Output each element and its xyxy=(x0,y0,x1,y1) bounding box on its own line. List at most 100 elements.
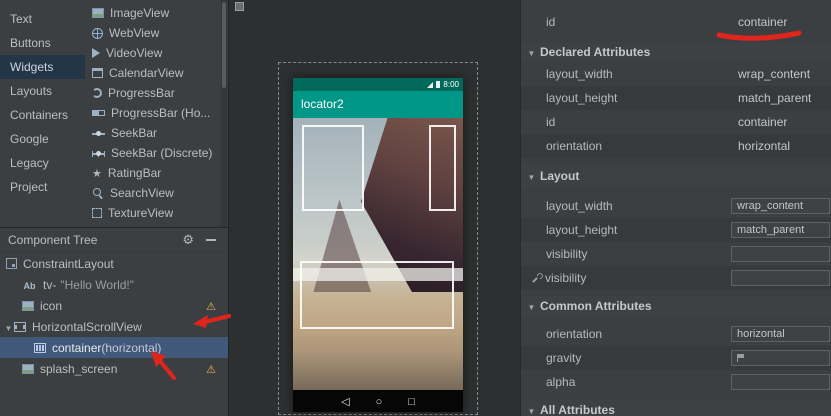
palette-item-progressbar[interactable]: ProgressBar xyxy=(85,83,221,103)
device-nav-bar xyxy=(293,390,463,412)
palette-category-containers[interactable]: Containers xyxy=(0,103,85,127)
tree-item-label: ConstraintLayout xyxy=(23,257,114,271)
nav-recents-icon xyxy=(408,394,415,408)
palette-item-seekbar[interactable]: SeekBar xyxy=(85,123,221,143)
palette-item-calendarview[interactable]: CalendarView xyxy=(85,63,221,83)
attr-value[interactable]: match_parent xyxy=(738,86,811,110)
attr-row-id: id container xyxy=(521,10,831,34)
tree-item-constraintlayout[interactable]: ConstraintLayout xyxy=(0,253,228,274)
palette-item-seekbar-discrete[interactable]: SeekBar (Discrete) xyxy=(85,143,221,163)
view-outline-2[interactable] xyxy=(429,125,456,211)
section-title: Layout xyxy=(540,169,579,183)
attr-value-combobox[interactable] xyxy=(731,270,830,286)
palette-item-webview[interactable]: WebView xyxy=(85,23,221,43)
section-common-attributes: orientation horizontal gravity alpha xyxy=(521,322,831,394)
tree-item-tv[interactable]: tv- "Hello World!" xyxy=(0,274,228,295)
attr-value-combobox[interactable] xyxy=(731,374,830,390)
palette-item-label: SeekBar (Discrete) xyxy=(111,146,212,160)
attr-row-gravity: gravity xyxy=(521,346,831,370)
palette-item-label: SeekBar xyxy=(111,126,157,140)
battery-icon xyxy=(436,81,440,88)
palette-item-imageview[interactable]: ImageView xyxy=(85,3,221,23)
attr-label: layout_width xyxy=(546,62,613,86)
attr-label-with-icon: visibility xyxy=(532,266,586,290)
attr-row-alpha: alpha xyxy=(521,370,831,394)
seekbar-icon xyxy=(92,129,105,138)
gear-icon[interactable] xyxy=(182,233,194,247)
palette-scrollbar[interactable] xyxy=(221,0,227,227)
attr-label: layout_width xyxy=(546,194,613,218)
attr-row-id-declared: id container xyxy=(521,110,831,134)
attr-value-id[interactable]: container xyxy=(738,10,787,34)
device-preview[interactable]: 8:00 locator2 xyxy=(293,78,463,412)
palette-item-ratingbar[interactable]: RatingBar xyxy=(85,163,221,183)
palette-item-label: VideoView xyxy=(106,46,162,60)
chevron-down-icon xyxy=(526,403,537,416)
attr-value-combobox[interactable] xyxy=(731,350,830,366)
attr-value-combobox[interactable]: wrap_content xyxy=(731,198,830,214)
imageview-icon xyxy=(22,364,34,374)
attr-value[interactable]: horizontal xyxy=(738,134,790,158)
design-surface-icon[interactable] xyxy=(235,2,244,11)
palette-item-label: CalendarView xyxy=(109,66,184,80)
component-tree-header: Component Tree xyxy=(0,228,228,253)
section-header-declared-attributes[interactable]: Declared Attributes xyxy=(521,42,831,62)
chevron-down-icon[interactable] xyxy=(3,320,14,334)
app-action-bar: locator2 xyxy=(293,91,463,118)
attr-label: alpha xyxy=(546,370,575,394)
attr-label: layout_height xyxy=(546,86,617,110)
chevron-down-icon xyxy=(526,299,537,313)
tree-item-icon[interactable]: icon xyxy=(0,295,228,316)
progressbar-icon xyxy=(92,88,102,98)
design-surface[interactable]: 8:00 locator2 xyxy=(228,0,520,416)
app-title: locator2 xyxy=(301,97,344,111)
palette-category-text[interactable]: Text xyxy=(0,7,85,31)
combo-value: horizontal xyxy=(737,328,785,340)
attr-row-layout-height-combo: layout_height match_parent xyxy=(521,218,831,242)
attr-value-combobox[interactable]: match_parent xyxy=(731,222,830,238)
palette-scrollbar-thumb[interactable] xyxy=(222,2,226,88)
tree-item-suffix: (horizontal) xyxy=(101,341,161,355)
attr-row-tools-visibility: visibility xyxy=(521,266,831,290)
nav-back-icon xyxy=(341,394,349,408)
palette-item-searchview[interactable]: SearchView xyxy=(85,183,221,203)
palette-item-videoview[interactable]: VideoView xyxy=(85,43,221,63)
flag-icon xyxy=(737,354,745,362)
section-header-layout[interactable]: Layout xyxy=(521,166,831,186)
ratingbar-star-icon xyxy=(92,166,102,180)
hide-panel-icon[interactable] xyxy=(206,239,216,241)
palette-category-google[interactable]: Google xyxy=(0,127,85,151)
tree-item-container[interactable]: container(horizontal) xyxy=(0,337,228,358)
tree-item-horizontalscrollview[interactable]: HorizontalScrollView xyxy=(0,316,228,337)
tree-item-splash-screen[interactable]: splash_screen xyxy=(0,358,228,379)
videoview-play-icon xyxy=(92,48,100,58)
attr-value-combobox[interactable]: horizontal xyxy=(731,326,830,342)
attr-label: orientation xyxy=(546,322,602,346)
palette-category-list: Text Buttons Widgets Layouts Containers … xyxy=(0,0,85,227)
section-declared-attributes: layout_width wrap_content layout_height … xyxy=(521,62,831,158)
view-outline-1[interactable] xyxy=(302,125,364,211)
section-title: Common Attributes xyxy=(540,299,652,313)
palette-item-textureview[interactable]: TextureView xyxy=(85,203,221,223)
attr-row-layout-width: layout_width wrap_content xyxy=(521,62,831,86)
palette-category-widgets[interactable]: Widgets xyxy=(0,55,85,79)
palette-item-progressbar-horizontal[interactable]: ProgressBar (Ho... xyxy=(85,103,221,123)
chevron-down-icon xyxy=(526,45,537,59)
warning-icon[interactable] xyxy=(206,299,216,313)
palette-category-legacy[interactable]: Legacy xyxy=(0,151,85,175)
attr-value[interactable]: wrap_content xyxy=(738,62,810,86)
palette-item-label: TextureView xyxy=(108,206,173,220)
attr-label: id xyxy=(546,10,555,34)
preview-photo[interactable] xyxy=(293,118,463,390)
view-outline-3[interactable] xyxy=(300,261,454,329)
attr-label: visibility xyxy=(546,242,587,266)
palette-category-project[interactable]: Project xyxy=(0,175,85,199)
palette-category-buttons[interactable]: Buttons xyxy=(0,31,85,55)
palette-category-layouts[interactable]: Layouts xyxy=(0,79,85,103)
attr-value-combobox[interactable] xyxy=(731,246,830,262)
attributes-panel: id container Declared Attributes layout_… xyxy=(520,0,831,416)
attr-value[interactable]: container xyxy=(738,110,787,134)
section-header-all-attributes[interactable]: All Attributes xyxy=(521,400,831,416)
warning-icon[interactable] xyxy=(206,362,216,376)
section-header-common-attributes[interactable]: Common Attributes xyxy=(521,296,831,316)
